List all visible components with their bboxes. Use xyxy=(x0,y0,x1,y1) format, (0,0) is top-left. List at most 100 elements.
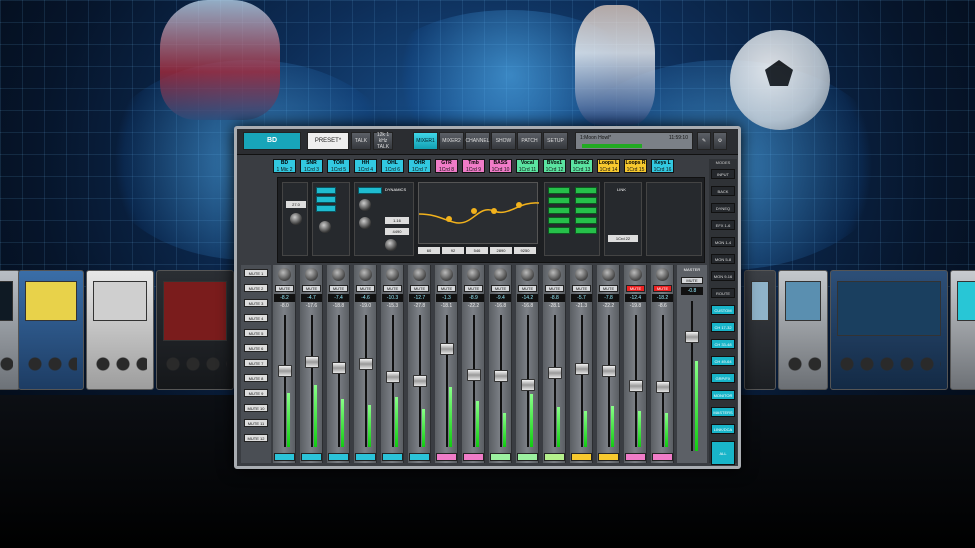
pan-knob[interactable] xyxy=(602,268,615,281)
mode-button[interactable]: MONITOR xyxy=(711,390,735,400)
mute-group-button[interactable]: MUTE 1 xyxy=(244,269,268,277)
mode-button[interactable]: ROUTE xyxy=(711,288,735,298)
tab-mixer2[interactable]: MIXER2 xyxy=(439,132,464,150)
mute-button[interactable]: MUTE xyxy=(437,285,456,292)
mute-button[interactable]: MUTE xyxy=(626,285,645,292)
channel-name-tag[interactable]: BD 1 Mic 2 xyxy=(273,159,296,173)
channel-select-button[interactable] xyxy=(301,453,322,461)
mute-group-button[interactable]: MUTE 2 xyxy=(244,284,268,292)
mode-button[interactable]: CUSTOM xyxy=(711,305,735,315)
mode-button[interactable]: EFX 1-6 xyxy=(711,220,735,230)
channel-name-tag[interactable]: OHR 1Crd 7 xyxy=(408,159,431,173)
eq-band-2[interactable] xyxy=(548,197,570,204)
gate-mode-button[interactable] xyxy=(316,196,336,203)
eq-band-5[interactable] xyxy=(548,227,570,234)
mute-group-button[interactable]: MUTE 12 xyxy=(244,434,268,442)
master-mute-button[interactable]: MUTE xyxy=(681,277,703,284)
mute-group-button[interactable]: MUTE 7 xyxy=(244,359,268,367)
channel-fader[interactable] xyxy=(278,365,292,378)
eq-band-value[interactable]: 9250 xyxy=(514,247,536,254)
channel-select-button[interactable] xyxy=(463,453,484,461)
eq-band-value[interactable]: 546 xyxy=(466,247,488,254)
tab-channel[interactable]: CHANNEL xyxy=(465,132,490,150)
mute-button[interactable]: MUTE xyxy=(275,285,294,292)
pan-knob[interactable] xyxy=(467,268,480,281)
channel-name-tag[interactable]: Loops L 1Crd 14 xyxy=(597,159,620,173)
channel-name-tag[interactable]: Keys L 1Crd 16 xyxy=(651,159,674,173)
channel-fader[interactable] xyxy=(467,369,481,381)
pan-knob[interactable] xyxy=(305,268,318,281)
tab-show[interactable]: SHOW xyxy=(491,132,516,150)
mute-button[interactable]: MUTE xyxy=(599,285,618,292)
mute-group-button[interactable]: MUTE 6 xyxy=(244,344,268,352)
insert-slot-3[interactable] xyxy=(575,207,597,214)
channel-select-button[interactable] xyxy=(409,453,430,461)
mode-button[interactable]: MON 1-4 xyxy=(711,237,735,247)
mute-button[interactable]: MUTE xyxy=(329,285,348,292)
mute-button[interactable]: MUTE xyxy=(356,285,375,292)
insert-slot-1[interactable] xyxy=(575,187,597,194)
channel-name-tag[interactable]: BVox1 1Crd 12 xyxy=(543,159,566,173)
channel-select-button[interactable] xyxy=(382,453,403,461)
gate-threshold-knob[interactable] xyxy=(319,221,331,233)
scene-display[interactable]: 1:Moon Howl* 11:59:10 xyxy=(575,132,693,150)
eq-band-value[interactable]: 2890 xyxy=(490,247,512,254)
tab-setup[interactable]: SETUP xyxy=(543,132,568,150)
mode-button[interactable]: INPUT xyxy=(711,169,735,179)
pan-knob[interactable] xyxy=(656,268,669,281)
channel-select-button[interactable] xyxy=(328,453,349,461)
mute-button[interactable]: MUTE xyxy=(572,285,591,292)
eq-band-1[interactable] xyxy=(548,187,570,194)
pan-knob[interactable] xyxy=(332,268,345,281)
mode-button[interactable]: CH 17-32 xyxy=(711,322,735,332)
insert-slot-4[interactable] xyxy=(575,217,597,224)
mode-button[interactable]: GRP/FX xyxy=(711,373,735,383)
mode-button[interactable]: MON 9-16 xyxy=(711,271,735,281)
oscillator-talk-button[interactable]: 12k 1 kHz TALK xyxy=(373,132,393,150)
mode-button[interactable]: MON 5-8 xyxy=(711,254,735,264)
pencil-icon[interactable]: ✎ xyxy=(697,132,711,150)
gate-button[interactable] xyxy=(316,187,336,194)
channel-name-tag[interactable]: BASS 1Crd 10 xyxy=(489,159,512,173)
talk-button[interactable]: TALK xyxy=(351,132,371,150)
channel-fader[interactable] xyxy=(494,370,508,383)
gain-knob[interactable] xyxy=(290,213,302,225)
channel-select-button[interactable] xyxy=(571,453,592,461)
mute-button[interactable]: MUTE xyxy=(518,285,537,292)
channel-fader[interactable] xyxy=(386,371,400,384)
insert-slot-2[interactable] xyxy=(575,197,597,204)
mute-button[interactable]: MUTE xyxy=(464,285,483,292)
channel-select-button[interactable] xyxy=(355,453,376,461)
mute-button[interactable]: MUTE xyxy=(383,285,402,292)
eq-band-value[interactable]: 60 xyxy=(418,247,440,254)
mute-group-button[interactable]: MUTE 5 xyxy=(244,329,268,337)
mute-button[interactable]: MUTE xyxy=(491,285,510,292)
mute-group-button[interactable]: MUTE 4 xyxy=(244,314,268,322)
channel-name-tag[interactable]: Vocal 1Crd 11 xyxy=(516,159,539,173)
pan-knob[interactable] xyxy=(386,268,399,281)
channel-fader[interactable] xyxy=(332,361,346,374)
channel-fader[interactable] xyxy=(629,379,643,392)
channel-select-button[interactable] xyxy=(625,453,646,461)
pan-knob[interactable] xyxy=(575,268,588,281)
channel-fader[interactable] xyxy=(656,381,670,393)
channel-select-button[interactable] xyxy=(652,453,673,461)
channel-fader[interactable] xyxy=(521,378,535,391)
channel-fader[interactable] xyxy=(575,363,589,375)
preset-button[interactable]: PRESET* xyxy=(307,132,349,150)
mode-button[interactable]: MASTERS xyxy=(711,407,735,417)
mute-group-button[interactable]: MUTE 8 xyxy=(244,374,268,382)
master-fader[interactable] xyxy=(685,331,699,344)
pan-knob[interactable] xyxy=(413,268,426,281)
channel-name-tag[interactable]: Loops R 1Crd 15 xyxy=(624,159,647,173)
channel-select-button[interactable] xyxy=(490,453,511,461)
eq-graph[interactable] xyxy=(418,182,540,244)
mute-group-button[interactable]: MUTE 10 xyxy=(244,404,268,412)
pan-knob[interactable] xyxy=(548,268,561,281)
channel-name-tag[interactable]: GTR 1Crd 8 xyxy=(435,159,458,173)
channel-name-tag[interactable]: Bvox2 1Crd 13 xyxy=(570,159,593,173)
mode-button[interactable]: CH 33-48 xyxy=(711,339,735,349)
mute-button[interactable]: MUTE xyxy=(302,285,321,292)
channel-fader[interactable] xyxy=(440,342,454,355)
channel-fader[interactable] xyxy=(305,355,319,368)
